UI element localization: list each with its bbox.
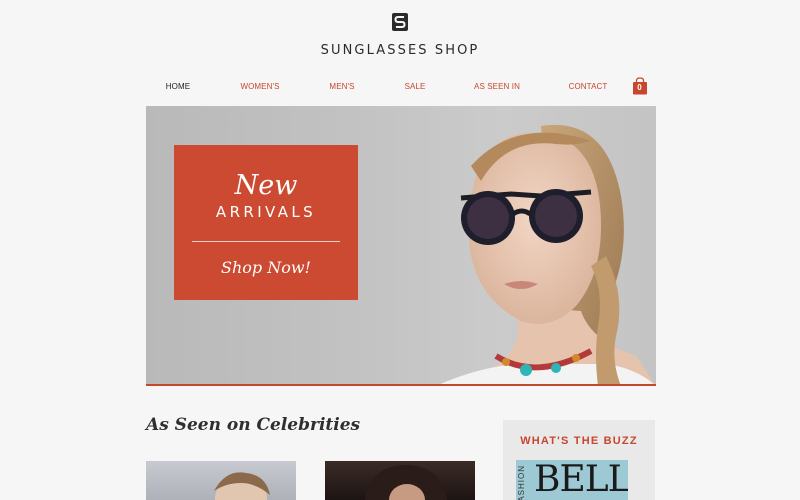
celebrity-thumbnail[interactable]: [146, 461, 296, 500]
celebrity-photo: [214, 472, 270, 500]
buzz-heading: WHAT'S THE BUZZ: [520, 435, 638, 447]
magazine-cover[interactable]: FASHION BELLE: [516, 460, 628, 500]
nav-as-seen-in[interactable]: AS SEEN IN: [474, 82, 520, 91]
promo-divider: [192, 241, 340, 242]
nav-womens[interactable]: WOMEN'S: [240, 82, 279, 91]
hero-banner[interactable]: New ARRIVALS Shop Now!: [146, 106, 656, 386]
buzz-panel: WHAT'S THE BUZZ FASHION BELLE: [503, 420, 655, 500]
nav-contact[interactable]: CONTACT: [569, 82, 608, 91]
celebrity-thumbnail[interactable]: [325, 461, 475, 500]
model-photo: [436, 124, 656, 386]
shop-now-link[interactable]: Shop Now!: [174, 258, 358, 277]
cart-count: 0: [637, 83, 642, 92]
new-arrivals-promo[interactable]: New ARRIVALS Shop Now!: [174, 145, 358, 300]
logo-s-icon: [392, 13, 408, 31]
brand-name: SUNGLASSES SHOP: [320, 43, 480, 58]
nav-mens[interactable]: MEN'S: [329, 82, 354, 91]
magazine-side-text: FASHION: [517, 465, 526, 500]
nav-home[interactable]: HOME: [166, 82, 190, 91]
main-nav: HOME WOMEN'S MEN'S SALE AS SEEN IN CONTA…: [0, 82, 800, 94]
nav-sale[interactable]: SALE: [405, 82, 426, 91]
celebrity-photo: [365, 465, 447, 500]
cart-button[interactable]: 0: [632, 77, 648, 95]
magazine-title: BELLE: [534, 460, 628, 500]
logo[interactable]: SUNGLASSES SHOP: [0, 13, 800, 58]
promo-arrivals-label: ARRIVALS: [215, 203, 317, 221]
hero-underline: [146, 384, 656, 386]
celebrities-heading: As Seen on Celebrities: [146, 415, 361, 435]
promo-new-label: New: [234, 170, 298, 201]
